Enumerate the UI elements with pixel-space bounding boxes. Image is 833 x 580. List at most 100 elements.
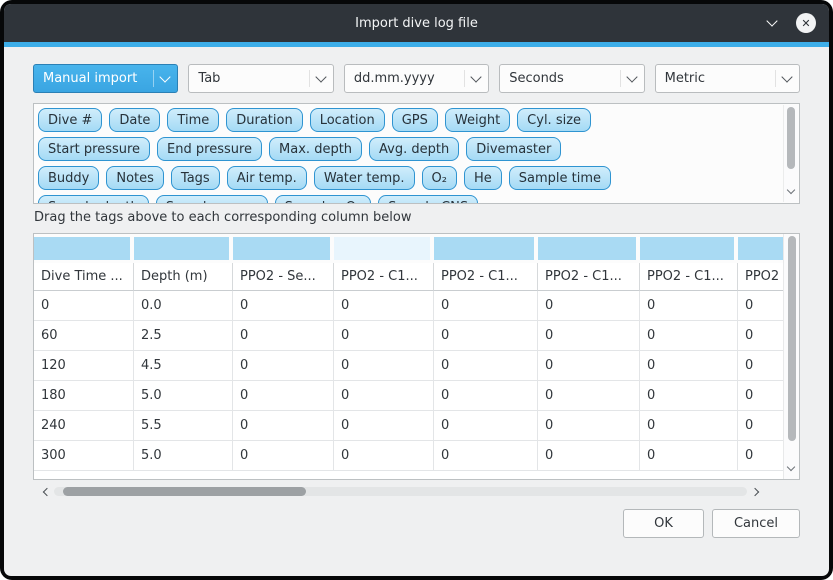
table-cell: 0	[538, 411, 640, 441]
table-cell: 0	[434, 351, 538, 381]
ok-button[interactable]: OK	[623, 509, 704, 538]
drag-tag-o[interactable]: O₂	[422, 166, 457, 190]
drag-tag-tags[interactable]: Tags	[171, 166, 220, 190]
column-header: PPO2 - C1...	[538, 263, 640, 291]
drop-target-cell[interactable]	[640, 234, 738, 263]
drag-tag-start-pressure[interactable]: Start pressure	[38, 137, 150, 161]
table-cell: 0	[334, 321, 434, 351]
table-cell: 5.5	[134, 411, 233, 441]
drag-tag-air-temp[interactable]: Air temp.	[227, 166, 307, 190]
cancel-button[interactable]: Cancel	[712, 509, 800, 538]
drop-target-cell[interactable]	[233, 234, 334, 263]
drag-tag-end-pressure[interactable]: End pressure	[157, 137, 262, 161]
drag-tag-cyl-size[interactable]: Cyl. size	[517, 108, 591, 132]
instruction-label: Drag the tags above to each correspondin…	[34, 210, 411, 225]
window-close-button[interactable]: ✕	[796, 13, 816, 33]
table-cell: 0	[538, 291, 640, 321]
table-cell: 0	[640, 351, 738, 381]
drag-tag-max-depth[interactable]: Max. depth	[269, 137, 362, 161]
drag-tag-dive[interactable]: Dive #	[38, 108, 102, 132]
scroll-left-arrow[interactable]	[39, 484, 51, 499]
import-preview-table-box: Dive Time ...Depth (m)PPO2 - Se...PPO2 -…	[33, 233, 800, 480]
drag-tag-time[interactable]: Time	[167, 108, 219, 132]
import-type-select[interactable]: Manual import	[33, 64, 178, 93]
table-cell: 0	[233, 351, 334, 381]
table-cell: 0	[34, 291, 134, 321]
drop-target-cell[interactable]	[134, 234, 233, 263]
drag-tag-sample-cns[interactable]: Sample CNS	[378, 195, 478, 204]
tag-row: Buddy Notes Tags Air temp. Water temp. O₂ He Sa…	[38, 166, 779, 190]
drag-tag-sample-press[interactable]: Sample press.	[156, 195, 268, 204]
drop-target-cell[interactable]	[334, 234, 434, 263]
drag-tag-sample-po[interactable]: Sample pO₂	[275, 195, 372, 204]
table-cell: 0	[334, 381, 434, 411]
table-cell: 0	[233, 441, 334, 471]
table-cell: 0	[538, 351, 640, 381]
drop-target-cell[interactable]	[538, 234, 640, 263]
table-cell: 60	[34, 321, 134, 351]
date-format-select[interactable]: dd.mm.yyyy	[344, 64, 489, 93]
drag-tag-gps[interactable]: GPS	[392, 108, 438, 132]
chevron-right-icon	[750, 487, 758, 495]
drag-tag-location[interactable]: Location	[310, 108, 385, 132]
table-cell: 0	[538, 321, 640, 351]
table-cell: 0	[640, 291, 738, 321]
drag-tag-he[interactable]: He	[464, 166, 502, 190]
drag-tag-notes[interactable]: Notes	[106, 166, 164, 190]
drag-tag-sample-time[interactable]: Sample time	[509, 166, 611, 190]
table-scrollbar-thumb[interactable]	[788, 236, 796, 441]
table-cell: 240	[34, 411, 134, 441]
table-cell: 0	[434, 411, 538, 441]
drop-target-cell[interactable]	[738, 234, 783, 263]
drop-target-cell[interactable]	[434, 234, 538, 263]
table-cell: 0	[233, 381, 334, 411]
import-dialog: Import dive log file ✕ Manual import Tab	[4, 4, 829, 576]
drag-tag-avg-depth[interactable]: Avg. depth	[369, 137, 459, 161]
table-horizontal-scrollbar[interactable]	[39, 484, 762, 499]
drag-tag-date[interactable]: Date	[109, 108, 160, 132]
tag-pool-scrollbar[interactable]	[783, 105, 798, 202]
horizontal-scroll-track[interactable]	[54, 487, 747, 496]
chevron-down-icon	[160, 71, 171, 82]
drag-tag-divemaster[interactable]: Divemaster	[466, 137, 561, 161]
drag-tag-sample-depth[interactable]: Sample depth	[38, 195, 149, 204]
table-cell: 5.0	[134, 381, 233, 411]
field-separator-select[interactable]: Tab	[188, 64, 333, 93]
duration-format-select[interactable]: Seconds	[499, 64, 644, 93]
horizontal-scroll-thumb[interactable]	[63, 487, 306, 496]
tag-pool-scrollbar-thumb[interactable]	[787, 107, 795, 169]
window-shade-button[interactable]	[763, 14, 781, 32]
drag-tag-duration[interactable]: Duration	[226, 108, 302, 132]
table-cell: 0	[640, 441, 738, 471]
table-vertical-scrollbar[interactable]	[783, 234, 799, 479]
units-select[interactable]: Metric	[655, 64, 800, 93]
scroll-right-arrow[interactable]	[750, 484, 762, 499]
chevron-down-icon	[766, 15, 777, 26]
drag-tag-weight[interactable]: Weight	[445, 108, 510, 132]
drag-tag-water-temp[interactable]: Water temp.	[314, 166, 415, 190]
units-value: Metric	[665, 71, 705, 86]
table-cell: 0.0	[134, 291, 233, 321]
scroll-down-arrow[interactable]	[788, 178, 794, 197]
scroll-down-arrow[interactable]	[788, 455, 794, 474]
titlebar[interactable]: Import dive log file ✕	[4, 4, 829, 42]
table-row: 00.0000000	[34, 291, 783, 321]
dialog-buttons: OK Cancel	[623, 509, 800, 538]
table-cell: 4.5	[134, 351, 233, 381]
drag-tag-buddy[interactable]: Buddy	[38, 166, 99, 190]
table-cell: 0	[738, 351, 783, 381]
table-cell: 0	[738, 381, 783, 411]
column-header: PPO2 - C1...	[640, 263, 738, 291]
duration-format-value: Seconds	[509, 71, 564, 86]
table-cell: 0	[334, 411, 434, 441]
date-format-value: dd.mm.yyyy	[354, 71, 435, 86]
table-row: 2405.5000000	[34, 411, 783, 441]
table-cell: 2.5	[134, 321, 233, 351]
drop-target-cell[interactable]	[34, 234, 134, 263]
tag-row: Dive # Date Time Duration Location GPS Weight C…	[38, 108, 779, 132]
table-cell: 0	[434, 291, 538, 321]
chevron-left-icon	[42, 487, 50, 495]
window-title: Import dive log file	[355, 16, 478, 31]
table-cell: 0	[434, 441, 538, 471]
column-header: PPO2 - Se...	[233, 263, 334, 291]
